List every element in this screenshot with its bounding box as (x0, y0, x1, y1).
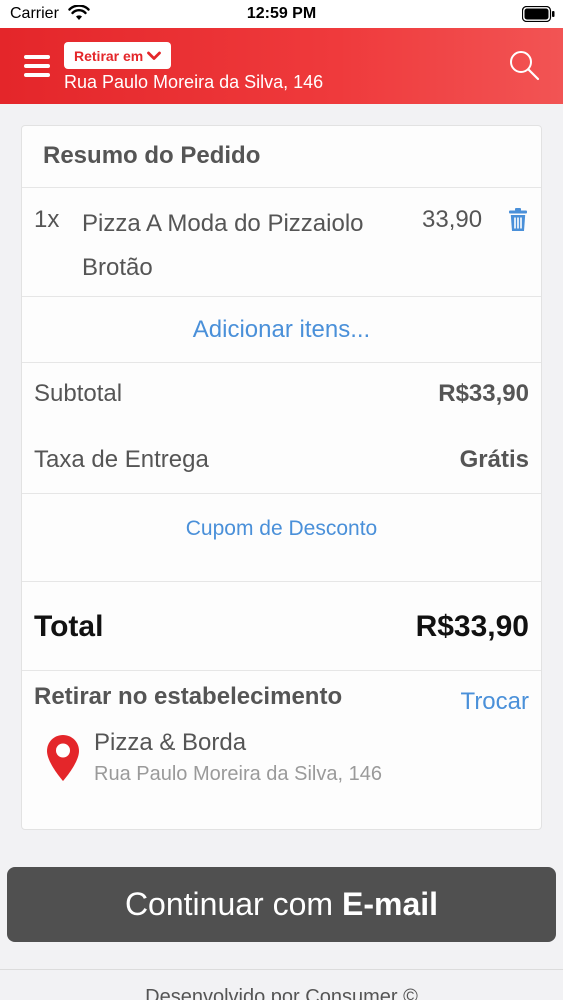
divider (22, 670, 541, 671)
continue-button-prefix: Continuar com (124, 886, 334, 922)
pickup-mode-label: Retirar em (74, 47, 144, 64)
pickup-mode-selector[interactable]: Retirar em (64, 42, 172, 69)
total-label: Total (34, 610, 104, 643)
search-icon[interactable] (508, 49, 540, 81)
status-bar: Carrier 12:59 PM (0, 0, 563, 28)
footer-divider (0, 969, 563, 970)
store-name: Pizza & Borda (94, 729, 247, 756)
continue-button-method: E-mail (342, 886, 439, 922)
subtotal-label: Subtotal (34, 380, 123, 407)
divider (22, 581, 541, 582)
subtotal-value: R$33,90 (438, 380, 529, 407)
order-summary-card: Resumo do Pedido 1x Pizza A Moda do Pizz… (21, 125, 542, 830)
divider (22, 362, 541, 363)
item-price: 33,90 (422, 206, 483, 233)
item-name: Pizza A Moda do Pizzaiolo Brotão (82, 210, 364, 281)
store-address: Rua Paulo Moreira da Silva, 146 (94, 763, 382, 785)
pickup-heading: Retirar no estabelecimento (34, 683, 343, 710)
delivery-fee-value: Grátis (459, 446, 529, 473)
divider (22, 296, 541, 297)
location-pin-icon (47, 735, 79, 781)
footer-credit: Desenvolvido por Consumer © (145, 986, 418, 1000)
change-pickup-link[interactable]: Trocar (461, 688, 529, 716)
menu-icon[interactable] (24, 55, 50, 77)
divider (22, 493, 541, 494)
continue-with-email-button[interactable]: Continuar com E-mail (7, 867, 556, 942)
app-header: Retirar em Rua Paulo Moreira da Silva, 1… (0, 28, 563, 104)
add-items-link[interactable]: Adicionar itens... (22, 316, 541, 344)
delivery-fee-label: Taxa de Entrega (34, 446, 209, 473)
battery-icon (522, 6, 555, 22)
status-time: 12:59 PM (246, 5, 317, 22)
divider (22, 187, 541, 188)
header-address[interactable]: Rua Paulo Moreira da Silva, 146 (64, 72, 323, 93)
discount-coupon-link[interactable]: Cupom de Desconto (22, 517, 541, 541)
order-summary-title: Resumo do Pedido (43, 142, 261, 169)
trash-icon[interactable] (509, 208, 527, 232)
total-value: R$33,90 (415, 610, 529, 643)
item-quantity: 1x (34, 206, 60, 233)
chevron-down-icon (147, 51, 162, 60)
